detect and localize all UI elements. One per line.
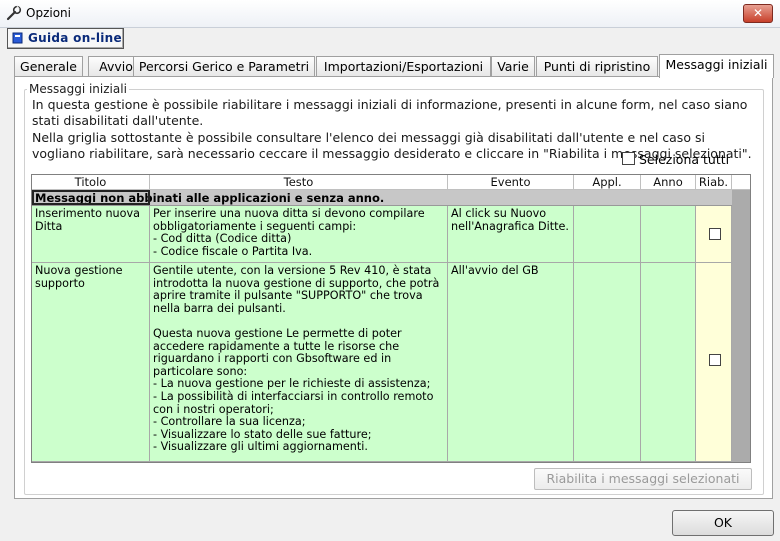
riab-checkbox-1[interactable] <box>709 228 721 240</box>
checkbox-icon <box>622 152 635 165</box>
tab-generale[interactable]: Generale <box>14 56 83 77</box>
column-header-evento[interactable]: Evento <box>448 175 574 190</box>
riab-checkbox-2[interactable] <box>709 354 721 366</box>
tab-strip: Generale Avvio Percorsi Gerico e Paramet… <box>14 54 774 78</box>
tab-punti-ripristino[interactable]: Punti di ripristino <box>536 56 658 77</box>
close-button[interactable]: ✕ <box>743 4 773 23</box>
table-row-1-titolo[interactable]: Inserimento nuova Ditta <box>32 206 150 263</box>
select-all-checkbox[interactable]: Seleziona tutti <box>622 152 729 167</box>
book-icon <box>12 32 23 44</box>
tab-varie[interactable]: Varie <box>491 56 535 77</box>
table-row-2-appl[interactable] <box>574 263 641 462</box>
window-title: Opzioni <box>26 6 71 20</box>
table-row-1-testo[interactable]: Per inserire una nuova ditta si devono c… <box>150 206 448 263</box>
table-row-2-testo[interactable]: Gentile utente, con la versione 5 Rev 41… <box>150 263 448 462</box>
title-bar: Opzioni ✕ <box>0 0 780 28</box>
tab-importazioni[interactable]: Importazioni/Esportazioni <box>316 56 491 77</box>
column-header-titolo[interactable]: Titolo <box>32 175 150 190</box>
selected-cell-outline <box>32 190 150 205</box>
wrench-icon <box>6 5 22 21</box>
table-row-2-anno[interactable] <box>641 263 696 462</box>
column-header-appl[interactable]: Appl. <box>574 175 641 190</box>
table-row-1-appl[interactable] <box>574 206 641 263</box>
table-row-1-riab[interactable] <box>696 206 732 263</box>
column-header-testo[interactable]: Testo <box>150 175 448 190</box>
column-header-spacer <box>732 175 750 190</box>
table-row-1-anno[interactable] <box>641 206 696 263</box>
group-title: Messaggi iniziali <box>27 82 129 96</box>
table-row-2-riab[interactable] <box>696 263 732 462</box>
column-header-riab[interactable]: Riab. <box>696 175 732 190</box>
group-row[interactable]: Messaggi non abbinati alle applicazioni … <box>32 190 732 206</box>
guide-online-button[interactable]: Guida on-line <box>7 28 124 49</box>
grid-scroll-area <box>732 190 749 461</box>
table-row-1-evento[interactable]: Al click su Nuovo nell'Anagrafica Ditte. <box>448 206 574 263</box>
tab-messaggi-iniziali[interactable]: Messaggi iniziali <box>659 54 774 78</box>
riabilita-button[interactable]: Riabilita i messaggi selezionati <box>534 468 752 490</box>
tab-percorsi[interactable]: Percorsi Gerico e Parametri <box>133 56 315 77</box>
select-all-label: Seleziona tutti <box>638 152 730 167</box>
table-row-2-titolo[interactable]: Nuova gestione supporto <box>32 263 150 462</box>
intro-paragraph-1: In questa gestione è possibile riabilita… <box>32 97 748 129</box>
guide-online-label: Guida on-line <box>28 31 122 45</box>
ok-button[interactable]: OK <box>672 510 774 536</box>
messages-grid: Titolo Testo Evento Appl. Anno Riab. Mes… <box>31 174 751 463</box>
column-header-anno[interactable]: Anno <box>641 175 696 190</box>
table-row-2-evento[interactable]: All'avvio del GB <box>448 263 574 462</box>
